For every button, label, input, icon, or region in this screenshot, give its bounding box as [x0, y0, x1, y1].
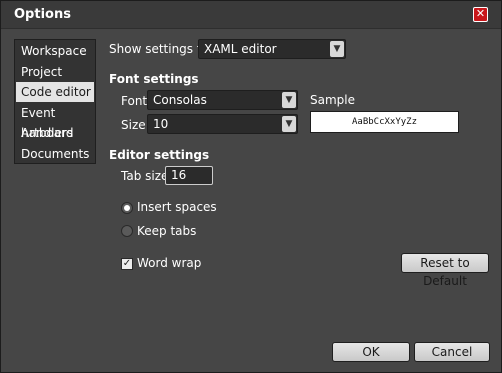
font-dropdown[interactable]: Consolas ▼: [147, 90, 298, 110]
sidebar-item-workspace[interactable]: Workspace: [16, 41, 94, 61]
chevron-down-icon: ▼: [282, 116, 296, 132]
tab-size-label: Tab size: [121, 169, 169, 183]
size-dropdown[interactable]: 10 ▼: [147, 114, 298, 134]
insert-spaces-radio[interactable]: [121, 202, 133, 214]
insert-spaces-label[interactable]: Insert spaces: [137, 200, 217, 214]
font-sample-preview: AaBbCcXxYyZz: [310, 111, 459, 133]
close-button[interactable]: ✕: [473, 7, 488, 22]
word-wrap-checkbox[interactable]: ✓: [121, 258, 133, 270]
show-settings-value: XAML editor: [204, 42, 277, 56]
sidebar-item-documents[interactable]: Documents: [16, 144, 94, 164]
dialog-title: Options: [14, 7, 71, 22]
sidebar-item-code-editor[interactable]: Code editor: [16, 82, 94, 102]
chevron-down-icon: ▼: [282, 92, 296, 108]
keep-tabs-radio[interactable]: [121, 225, 133, 237]
reset-to-default-button[interactable]: Reset to Default: [401, 253, 489, 288]
show-settings-dropdown[interactable]: XAML editor ▼: [198, 39, 346, 59]
font-settings-heading: Font settings: [109, 72, 199, 86]
word-wrap-label[interactable]: Word wrap: [137, 256, 201, 270]
cancel-button[interactable]: Cancel: [414, 342, 490, 362]
size-label: Size: [121, 118, 146, 132]
sample-label: Sample: [310, 93, 355, 107]
chevron-down-icon: ▼: [330, 41, 344, 57]
size-value: 10: [153, 117, 169, 131]
font-value: Consolas: [153, 93, 207, 107]
font-label: Font: [121, 94, 148, 108]
title-bar[interactable]: Options ✕: [1, 1, 501, 29]
sidebar-item-project[interactable]: Project: [16, 62, 94, 82]
tab-size-input[interactable]: 16: [165, 166, 213, 185]
ok-button[interactable]: OK: [332, 342, 410, 362]
sidebar-item-artboard[interactable]: Artboard: [16, 123, 94, 143]
sidebar-item-event-handlers[interactable]: Event handlers: [16, 103, 94, 140]
check-icon: ✓: [122, 258, 132, 269]
close-icon: ✕: [475, 7, 486, 20]
keep-tabs-label[interactable]: Keep tabs: [137, 224, 196, 238]
options-dialog: Options ✕ Workspace Project Code editor …: [0, 0, 502, 373]
editor-settings-heading: Editor settings: [109, 148, 210, 162]
category-list: Workspace Project Code editor Event hand…: [14, 39, 96, 164]
